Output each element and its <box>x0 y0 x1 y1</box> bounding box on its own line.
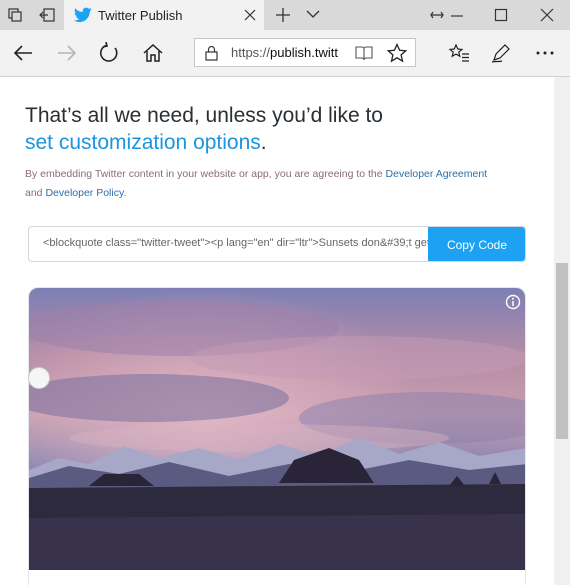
legal-text: By embedding Twitter content in your web… <box>25 168 386 180</box>
favorites-hub-icon[interactable] <box>448 42 470 64</box>
developer-agreement-link[interactable]: Developer Agreement <box>386 168 488 180</box>
twitter-bird-icon <box>74 7 92 23</box>
embed-code-text[interactable]: <blockquote class="twitter-tweet"><p lan… <box>43 237 431 249</box>
refresh-icon[interactable] <box>98 42 120 64</box>
tweet-preview-card <box>28 287 526 585</box>
tweet-photo[interactable] <box>29 288 526 570</box>
copy-code-button[interactable]: Copy Code <box>428 227 525 261</box>
chevron-down-icon[interactable] <box>306 9 320 19</box>
page-heading: That’s all we need, unless you’d like to… <box>25 102 383 156</box>
browser-toolbar: https://publish.twitt <box>0 30 570 77</box>
new-tab-icon[interactable] <box>276 8 290 22</box>
minimize-icon[interactable] <box>450 8 464 22</box>
legal-period: . <box>123 187 127 199</box>
url-scheme: https:// <box>231 45 271 60</box>
tab-twitter-publish[interactable]: Twitter Publish <box>64 0 264 30</box>
heading-text: That’s all we need, unless you’d like to <box>25 104 383 127</box>
url-text[interactable]: https://publish.twitt <box>231 45 343 60</box>
customization-options-link[interactable]: set customization options <box>25 131 261 154</box>
favorite-star-icon[interactable] <box>387 43 407 63</box>
heading-period: . <box>260 131 267 154</box>
scrollbar-thumb[interactable] <box>556 263 568 439</box>
developer-policy-link[interactable]: Developer Policy <box>45 187 123 199</box>
info-icon[interactable] <box>505 294 521 310</box>
close-window-icon[interactable] <box>540 8 554 22</box>
legal-and: and <box>25 187 46 199</box>
embed-code-box[interactable]: <blockquote class="twitter-tweet"><p lan… <box>28 226 526 262</box>
url-host: publish.twitt <box>270 45 338 60</box>
close-tab-icon[interactable] <box>244 9 256 21</box>
page-content: That’s all we need, unless you’d like to… <box>0 77 554 585</box>
lock-icon <box>205 45 218 61</box>
back-arrow-icon[interactable] <box>12 42 34 64</box>
home-icon[interactable] <box>142 42 164 64</box>
restore-arrows-icon[interactable] <box>430 8 444 22</box>
set-aside-tabs-icon[interactable] <box>38 6 56 24</box>
tweet-author-avatar[interactable] <box>28 367 50 389</box>
legal-notice: By embedding Twitter content in your web… <box>25 165 535 203</box>
address-bar[interactable]: https://publish.twitt <box>194 38 416 67</box>
maximize-icon[interactable] <box>494 8 508 22</box>
tab-list-icon[interactable] <box>6 6 24 24</box>
reading-view-icon[interactable] <box>355 45 373 61</box>
tab-bar: Twitter Publish <box>0 0 570 30</box>
tab-title: Twitter Publish <box>98 8 183 23</box>
page-scrollbar[interactable] <box>554 77 570 585</box>
web-note-pen-icon[interactable] <box>490 42 512 64</box>
forward-arrow-icon[interactable] <box>56 42 78 64</box>
more-options-icon[interactable] <box>534 42 556 64</box>
